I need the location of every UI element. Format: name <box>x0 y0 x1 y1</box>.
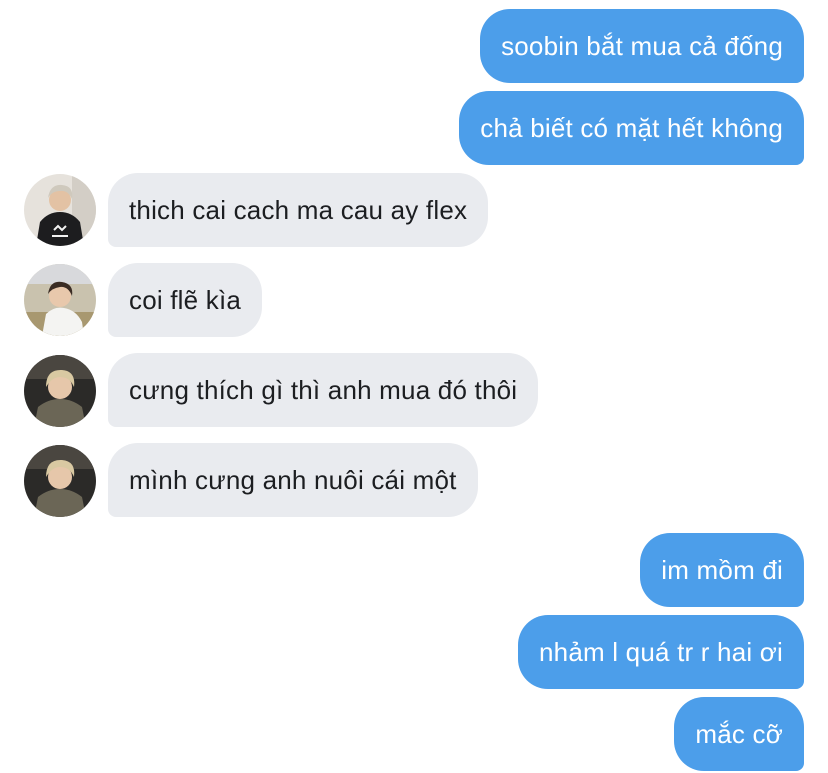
avatar-hoodie-photo-icon <box>24 174 96 246</box>
sent-message-bubble[interactable]: soobin bắt mua cả đống <box>480 9 804 83</box>
avatar[interactable] <box>24 264 96 336</box>
sent-message-bubble[interactable]: nhảm l quá tr r hai ơi <box>518 615 804 689</box>
sent-message-bubble[interactable]: im mồm đi <box>640 533 804 607</box>
avatar-blond-photo-icon <box>24 355 96 427</box>
message-text: im mồm đi <box>661 554 783 585</box>
avatar-white-hoodie-photo-icon <box>24 264 96 336</box>
avatar[interactable] <box>24 445 96 517</box>
avatar[interactable] <box>24 355 96 427</box>
message-text: chả biết có mặt hết không <box>480 112 783 143</box>
message-text: cưng thích gì thì anh mua đó thôi <box>129 374 518 405</box>
received-message-bubble[interactable]: mình cưng anh nuôi cái một <box>108 443 478 517</box>
message-text: coi flẽ kìa <box>129 284 242 315</box>
avatar-blond-photo-icon <box>24 445 96 517</box>
received-message-bubble[interactable]: coi flẽ kìa <box>108 263 263 337</box>
sent-message-bubble[interactable]: chả biết có mặt hết không <box>459 91 804 165</box>
received-message-bubble[interactable]: thich cai cach ma cau ay flex <box>108 173 489 247</box>
avatar[interactable] <box>24 174 96 246</box>
message-text: mình cưng anh nuôi cái một <box>129 464 457 495</box>
message-text: thich cai cach ma cau ay flex <box>129 194 468 225</box>
message-text: soobin bắt mua cả đống <box>501 30 783 61</box>
message-text: nhảm l quá tr r hai ơi <box>539 636 783 667</box>
message-text: mắc cỡ <box>695 718 783 749</box>
sent-message-bubble[interactable]: mắc cỡ <box>674 697 804 771</box>
received-message-bubble[interactable]: cưng thích gì thì anh mua đó thôi <box>108 353 539 427</box>
